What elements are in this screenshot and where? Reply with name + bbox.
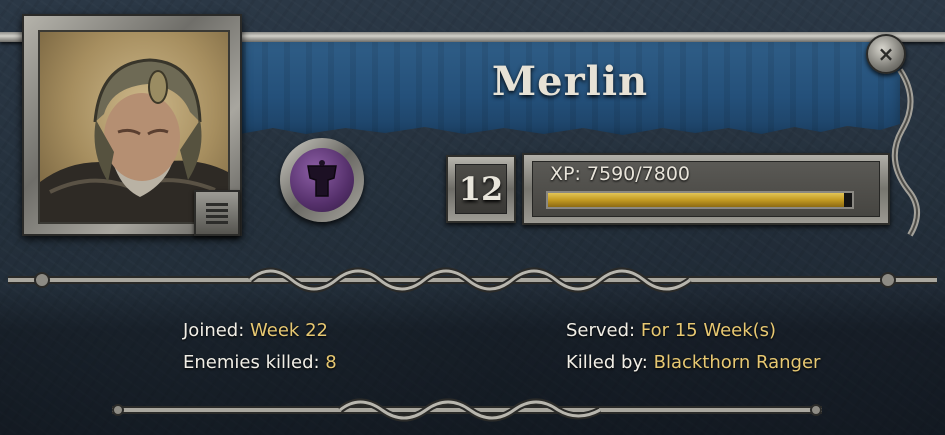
frame-ornament: [891, 68, 920, 237]
stat-served-value: For 15 Week(s): [640, 320, 777, 341]
xp-bar: [546, 191, 854, 209]
stat-enemies-killed: Enemies killed: 8: [183, 347, 337, 379]
details-menu-button[interactable]: [194, 190, 240, 236]
xp-label: XP: 7590/7800: [550, 163, 691, 185]
stat-enemies-label: Enemies killed:: [183, 352, 320, 373]
ornate-divider-bottom: [112, 398, 822, 422]
xp-panel: XP: 7590/7800: [522, 153, 890, 225]
hero-name: Merlin: [491, 58, 649, 105]
class-emblem: [258, 130, 386, 226]
close-icon: ×: [877, 42, 895, 66]
stat-enemies-value: 8: [325, 352, 337, 373]
stats-left-column: Joined: Week 22 Enemies killed: 8: [183, 315, 337, 379]
xp-bar-fill: [548, 193, 844, 207]
level-badge: 12: [446, 155, 516, 223]
list-icon: [206, 200, 228, 227]
close-button[interactable]: ×: [866, 34, 906, 74]
stat-served-label: Served:: [566, 320, 636, 341]
stats-right-column: Served: For 15 Week(s) Killed by: Blackt…: [566, 315, 820, 379]
mage-robe-icon: [290, 148, 354, 212]
stat-killed-by: Killed by: Blackthorn Ranger: [566, 347, 820, 379]
stat-joined: Joined: Week 22: [183, 315, 337, 347]
stat-killed-by-value: Blackthorn Ranger: [653, 352, 821, 373]
stat-served: Served: For 15 Week(s): [566, 315, 820, 347]
level-number: 12: [455, 164, 507, 214]
stat-killed-by-label: Killed by:: [566, 352, 648, 373]
stat-joined-value: Week 22: [250, 320, 328, 341]
stat-joined-label: Joined:: [183, 320, 245, 341]
ornate-divider-top: [8, 267, 937, 293]
